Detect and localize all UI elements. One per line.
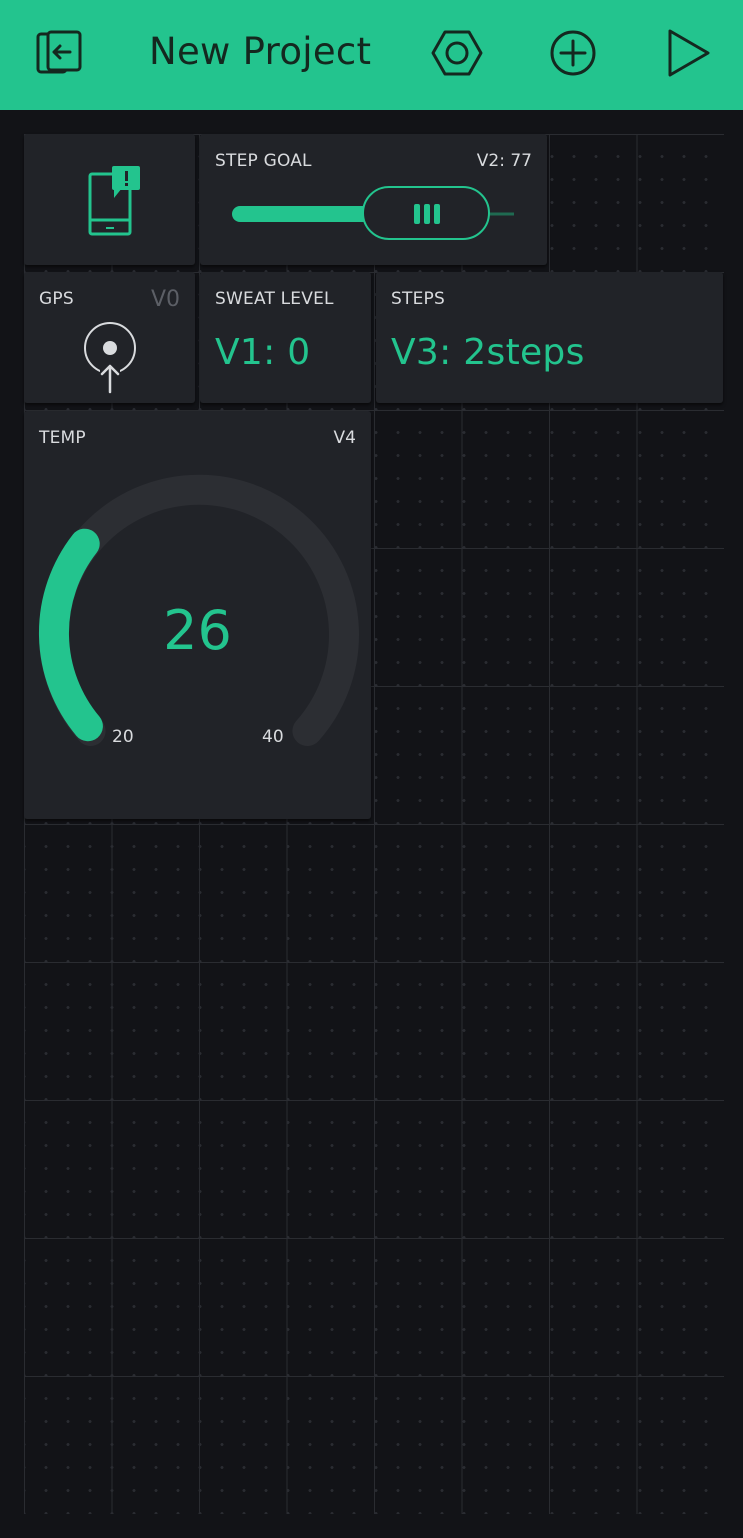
play-icon[interactable] [662, 26, 716, 80]
pin-label: V0 [150, 287, 180, 312]
exit-app-icon[interactable] [32, 26, 86, 80]
sweat-level-widget: SWEAT LEVEL V1: 0 [200, 272, 371, 403]
settings-hexagon-icon[interactable] [430, 26, 484, 80]
step-goal-widget: STEP GOAL V2: 77 [200, 134, 547, 265]
gps-widget[interactable]: GPS V0 [24, 272, 195, 403]
notification-widget[interactable] [24, 134, 195, 265]
grip-icon [414, 204, 440, 224]
widget-label: SWEAT LEVEL [215, 289, 334, 309]
gauge-min-label: 20 [112, 727, 134, 747]
gauge-max-label: 40 [262, 727, 284, 747]
step-goal-slider[interactable] [232, 184, 516, 244]
widget-label: STEPS [391, 289, 445, 309]
widget-label: STEP GOAL [215, 151, 312, 171]
gps-stream-icon [84, 322, 136, 396]
steps-widget: STEPS V3: 2steps [376, 272, 723, 403]
phone-notification-icon [88, 166, 140, 236]
value-display: V1: 0 [215, 332, 311, 373]
gauge-value: 26 [163, 599, 232, 662]
add-widget-icon[interactable] [546, 26, 600, 80]
app-header: New Project [0, 0, 743, 110]
pin-value-label: V2: 77 [476, 151, 532, 171]
widget-label: GPS [39, 289, 74, 309]
value-display: V3: 2steps [391, 332, 585, 373]
slider-handle[interactable] [362, 186, 490, 240]
temp-gauge-widget: TEMP V4 26 20 40 [24, 411, 371, 819]
page-title: New Project [149, 30, 372, 73]
